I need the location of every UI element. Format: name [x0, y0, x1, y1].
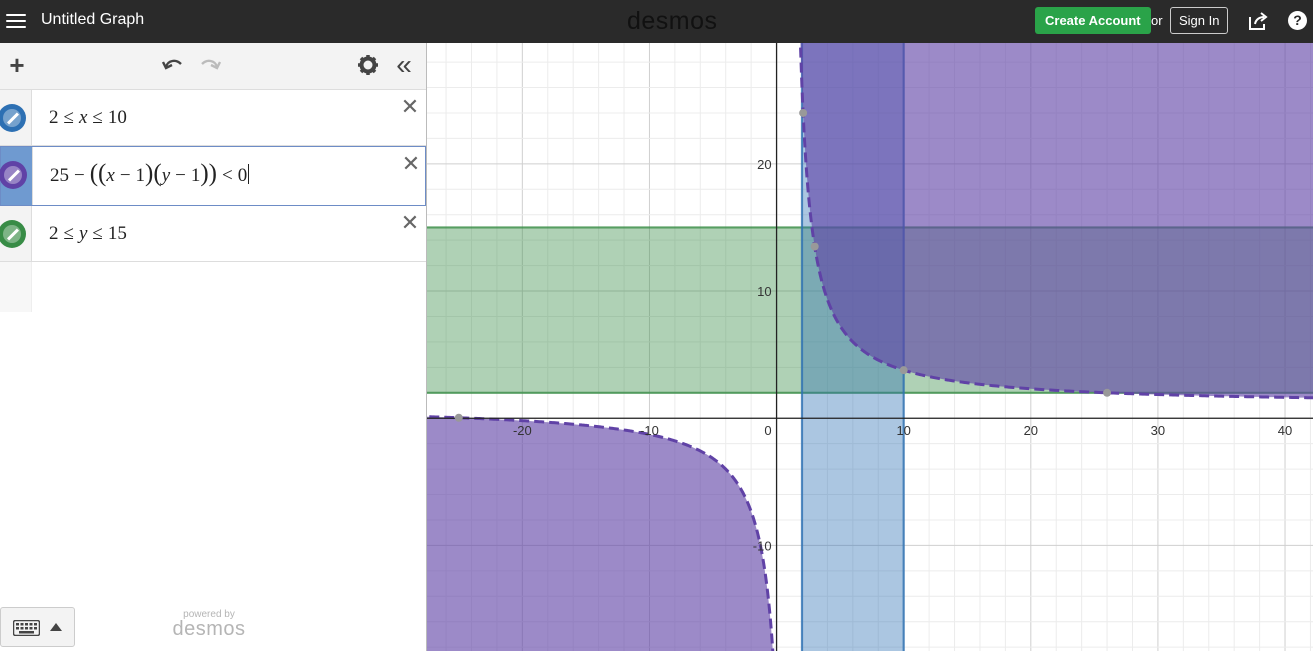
origin-label: 0: [764, 423, 771, 438]
math-token: ≤: [63, 223, 74, 244]
expression-toolbar: + «: [0, 43, 426, 90]
undo-icon[interactable]: [160, 52, 186, 78]
math-token: ≤: [63, 107, 74, 128]
expression-list: 2 ≤ x ≤10 ✕ 25− ((x −1)(y −1)) <0 ✕ 2 ≤ y ≤15 ✕: [0, 90, 426, 312]
curve-point[interactable]: [1103, 388, 1112, 397]
math-token: −: [175, 165, 186, 186]
math-token: −: [74, 165, 85, 186]
add-item-button[interactable]: +: [4, 52, 30, 78]
x-tick-label: 40: [1278, 423, 1292, 438]
expression-tab[interactable]: [0, 147, 33, 205]
math-token: (: [153, 160, 162, 187]
math-token: (: [89, 160, 99, 187]
math-token: y: [78, 223, 88, 244]
x-tick-label: 20: [1024, 423, 1038, 438]
expression-panel: + « 2 ≤ x ≤10 ✕ 25− ((x −1)(y −1)) <0 ✕ 2 ≤ y ≤15 ✕: [0, 43, 427, 651]
math-token: ≤: [92, 107, 103, 128]
math-token: 25: [50, 165, 69, 186]
x-tick-label: -20: [513, 423, 532, 438]
caret-up-icon: [50, 623, 62, 631]
desmos-logo: desmos: [627, 7, 718, 35]
expression-item-2[interactable]: 25− ((x −1)(y −1)) <0 ✕: [0, 146, 426, 206]
keypad-toggle-button[interactable]: [0, 607, 75, 647]
math-token: 15: [107, 223, 127, 244]
sign-in-button[interactable]: Sign In: [1170, 7, 1229, 34]
color-swatch-icon[interactable]: [0, 161, 27, 189]
gear-icon[interactable]: [355, 52, 381, 78]
math-token: <: [222, 165, 233, 186]
text-cursor: [248, 164, 250, 184]
math-token: x: [78, 107, 88, 128]
x-tick-label: -10: [640, 423, 659, 438]
delete-expression-icon[interactable]: ✕: [400, 153, 422, 175]
expression-item-3[interactable]: 2 ≤ y ≤15 ✕: [0, 206, 426, 262]
y-tick-label: -10: [753, 538, 772, 553]
x-tick-label: 10: [896, 423, 910, 438]
math-token: ): [208, 160, 217, 187]
expression-tab[interactable]: [0, 206, 32, 261]
powered-by-desmos[interactable]: powered by desmos: [160, 609, 258, 641]
math-token: x: [106, 165, 115, 186]
or-label: or: [1151, 13, 1163, 28]
delete-expression-icon[interactable]: ✕: [399, 212, 421, 234]
help-icon[interactable]: ?: [1288, 11, 1307, 30]
x-tick-label: 30: [1151, 423, 1165, 438]
math-token: 0: [237, 165, 248, 186]
curve-point[interactable]: [899, 366, 908, 375]
y-tick-label: 20: [757, 157, 771, 172]
top-bar: Untitled Graph desmos Create Account or …: [0, 0, 1313, 43]
delete-expression-icon[interactable]: ✕: [399, 96, 421, 118]
share-icon[interactable]: [1247, 10, 1269, 32]
hamburger-menu-icon[interactable]: [6, 10, 26, 32]
expression-input[interactable]: 25− ((x −1)(y −1)) <0: [50, 161, 250, 187]
math-token: 2: [49, 107, 59, 128]
redo-icon[interactable]: [197, 52, 223, 78]
expression-input[interactable]: 2 ≤ y ≤15: [49, 223, 127, 245]
math-token: −: [119, 165, 131, 186]
math-token: y: [161, 165, 171, 186]
math-token: 2: [49, 223, 59, 244]
expression-item-1[interactable]: 2 ≤ x ≤10 ✕: [0, 90, 426, 146]
math-token: 1: [190, 165, 201, 186]
curve-point[interactable]: [799, 108, 808, 117]
graph-title[interactable]: Untitled Graph: [41, 11, 144, 29]
powered-by-brand: desmos: [172, 618, 246, 640]
color-swatch-icon[interactable]: [0, 220, 26, 248]
math-token: ≤: [92, 223, 103, 244]
new-expression-item[interactable]: [0, 262, 426, 312]
purple-region-upper[interactable]: [800, 43, 1313, 398]
collapse-panel-button[interactable]: «: [391, 51, 417, 79]
curve-point[interactable]: [810, 242, 819, 251]
math-token: 1: [135, 165, 146, 186]
create-account-button[interactable]: Create Account: [1035, 7, 1151, 34]
expression-tab: [0, 262, 32, 312]
curve-point[interactable]: [454, 413, 463, 422]
color-swatch-icon[interactable]: [0, 104, 26, 132]
expression-tab[interactable]: [0, 90, 32, 145]
expression-input[interactable]: 2 ≤ x ≤10: [49, 107, 127, 129]
math-token: ): [200, 160, 209, 187]
graph-paper[interactable]: -20 -10 10 20 30 40 0 20 10 -10: [427, 43, 1313, 651]
math-token: 10: [107, 107, 127, 128]
y-tick-label: 10: [757, 284, 771, 299]
graph-canvas[interactable]: -20 -10 10 20 30 40 0 20 10 -10: [427, 43, 1313, 651]
keyboard-icon: [13, 620, 40, 636]
